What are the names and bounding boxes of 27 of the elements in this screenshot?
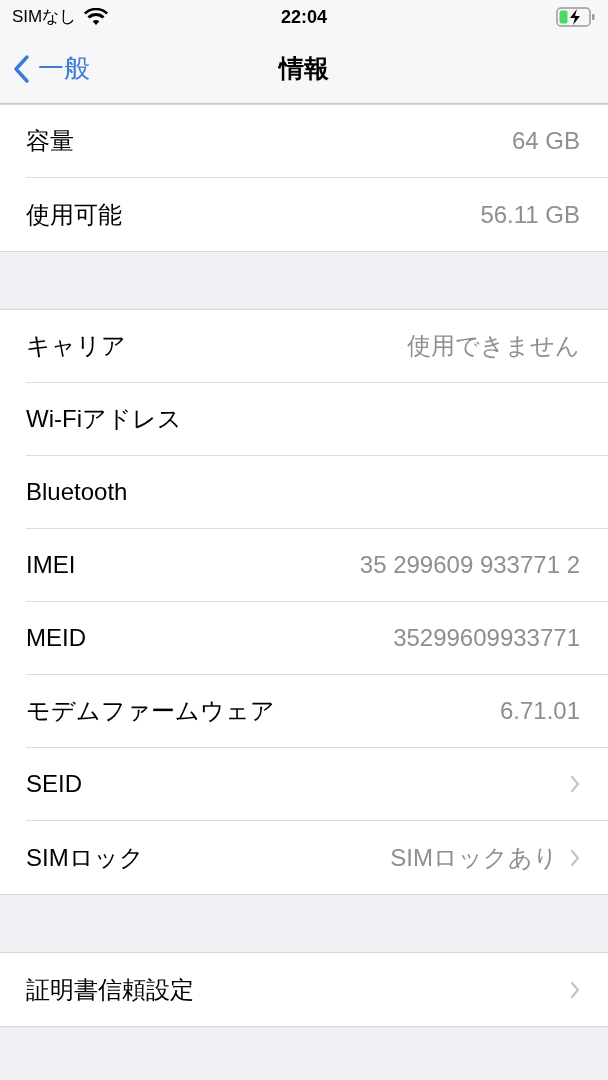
wifi-icon	[84, 8, 109, 26]
row-label: MEID	[26, 623, 86, 653]
row-label: 容量	[26, 126, 74, 156]
row-value: 35299609933771	[393, 623, 580, 653]
row-value: SIMロックあり	[390, 842, 558, 873]
row-label: SEID	[26, 769, 82, 799]
row-value: 64 GB	[511, 126, 580, 156]
row-value: 6.71.01	[499, 696, 580, 726]
clock-text: 22:04	[280, 5, 327, 29]
chevron-right-icon	[570, 775, 580, 793]
page-title: 情報	[279, 52, 329, 84]
row-value: 35 299609 933771 2	[359, 550, 580, 580]
carrier-text: SIMなし	[12, 6, 77, 29]
chevron-right-icon	[570, 848, 580, 867]
row-label: モデムファームウェア	[26, 696, 275, 726]
chevron-left-icon	[12, 53, 30, 84]
row-value: 56.11 GB	[480, 199, 580, 230]
row-label: Wi-Fiアドレス	[26, 404, 182, 434]
row-label: Bluetooth	[26, 477, 128, 507]
row-label: キャリア	[26, 331, 126, 361]
chevron-right-icon	[570, 980, 580, 999]
row-label: IMEI	[26, 550, 76, 580]
row-label: 証明書信頼設定	[26, 974, 194, 1005]
row-value: 使用できません	[407, 331, 580, 361]
row-label: SIMロック	[26, 842, 144, 873]
row-label: 使用可能	[26, 199, 122, 230]
back-button[interactable]: 一般	[0, 49, 90, 88]
